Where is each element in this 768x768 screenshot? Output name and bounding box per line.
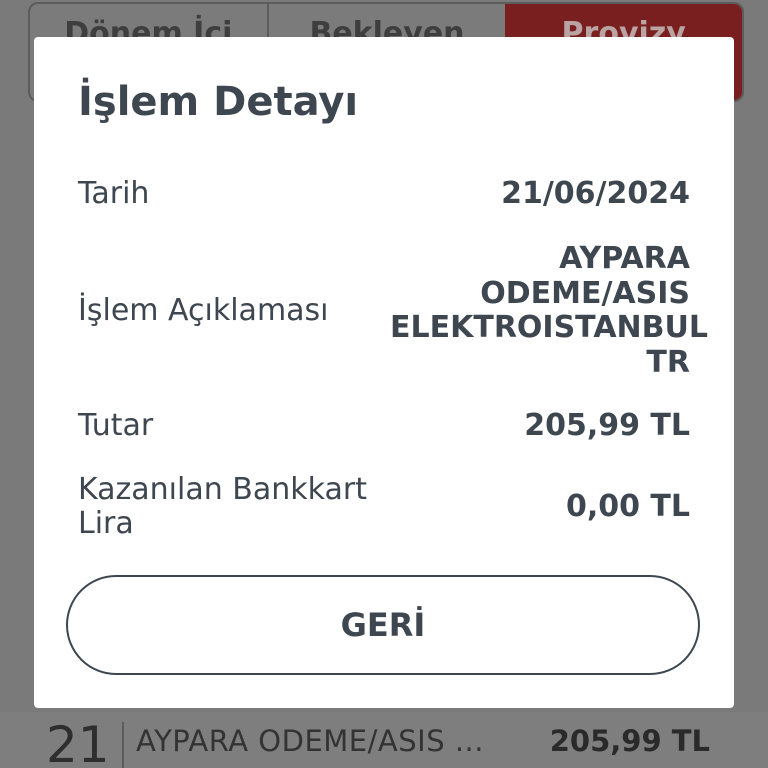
date-label: Tarih bbox=[78, 176, 150, 211]
description-value: AYPARA ODEME/ASIS ELEKTROISTANBUL TR bbox=[390, 241, 708, 380]
earned-lira-value: 0,00 TL bbox=[565, 489, 690, 524]
description-label: İşlem Açıklaması bbox=[78, 293, 329, 328]
earned-lira-label: Kazanılan Bankkart Lira bbox=[78, 472, 367, 541]
amount-label: Tutar bbox=[78, 408, 154, 443]
date-row: Tarih 21/06/2024 bbox=[78, 177, 690, 211]
back-button[interactable]: GERİ bbox=[66, 575, 700, 675]
transaction-detail-dialog: İşlem Detayı Tarih 21/06/2024 İşlem Açık… bbox=[34, 37, 734, 708]
description-row: İşlem Açıklaması AYPARA ODEME/ASIS ELEKT… bbox=[78, 241, 708, 381]
transaction-description: AYPARA ODEME/ASIS ... bbox=[136, 724, 484, 758]
row-divider bbox=[122, 722, 124, 768]
amount-value: 205,99 TL bbox=[524, 408, 690, 443]
transaction-day: 21 bbox=[46, 716, 110, 768]
date-value: 21/06/2024 bbox=[501, 176, 690, 211]
earned-lira-row: Kazanılan Bankkart Lira 0,00 TL bbox=[78, 473, 690, 541]
transaction-amount: 205,99 TL bbox=[549, 724, 710, 758]
dialog-title: İşlem Detayı bbox=[78, 79, 359, 125]
amount-row: Tutar 205,99 TL bbox=[78, 409, 690, 443]
